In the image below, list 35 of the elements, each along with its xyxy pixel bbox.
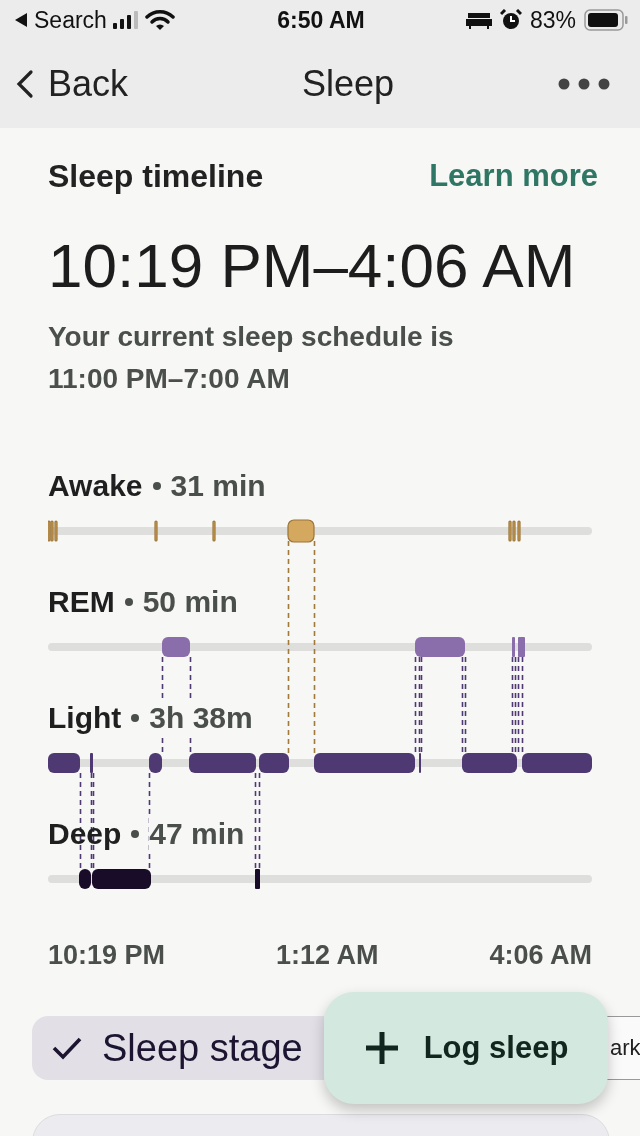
back-chevron-icon xyxy=(16,69,34,99)
stage-name: Deep xyxy=(48,817,122,851)
plus-icon xyxy=(363,1030,400,1066)
stage-name: Awake xyxy=(48,469,143,503)
stage-duration: 47 min xyxy=(149,817,245,851)
stage-duration: 3h 38m xyxy=(149,701,253,735)
sleep-time-range: 10:19 PM–4:06 AM xyxy=(48,234,577,298)
more-icon[interactable] xyxy=(558,77,610,91)
filter-chip[interactable]: ark xyxy=(607,1016,640,1080)
separator-dot-icon xyxy=(131,830,140,838)
wifi-icon xyxy=(144,9,175,31)
back-button[interactable]: Back xyxy=(16,63,129,105)
schedule-text: Your current sleep schedule is 11:00 PM–7:00 AM xyxy=(48,320,455,396)
log-sleep-button[interactable]: Log sleep xyxy=(324,992,608,1104)
separator-dot-icon xyxy=(124,598,133,606)
status-time: 6:50 AM xyxy=(277,6,365,34)
stage-name: REM xyxy=(48,585,115,619)
time-axis-label: 10:19 PM xyxy=(48,939,166,971)
filter-chip[interactable]: Sleep stage xyxy=(32,1016,324,1080)
battery-percent: 83% xyxy=(529,6,576,34)
stage-name: Light xyxy=(48,701,122,735)
back-triangle-icon[interactable] xyxy=(14,12,28,28)
battery-icon xyxy=(584,9,628,31)
alarm-clock-icon xyxy=(499,9,522,31)
separator-dot-icon xyxy=(131,714,140,722)
bed-icon xyxy=(465,11,492,29)
section-title: Sleep timeline xyxy=(48,157,264,195)
time-axis-label: 4:06 AM xyxy=(489,939,592,971)
check-icon xyxy=(52,1036,82,1060)
page-title: Sleep xyxy=(302,63,395,105)
time-axis-label: 1:12 AM xyxy=(276,939,379,971)
back-app-label[interactable]: Search xyxy=(34,6,107,34)
signal-icon xyxy=(112,11,139,29)
learn-more-link[interactable]: Learn more xyxy=(429,158,598,194)
separator-dot-icon xyxy=(152,482,161,490)
